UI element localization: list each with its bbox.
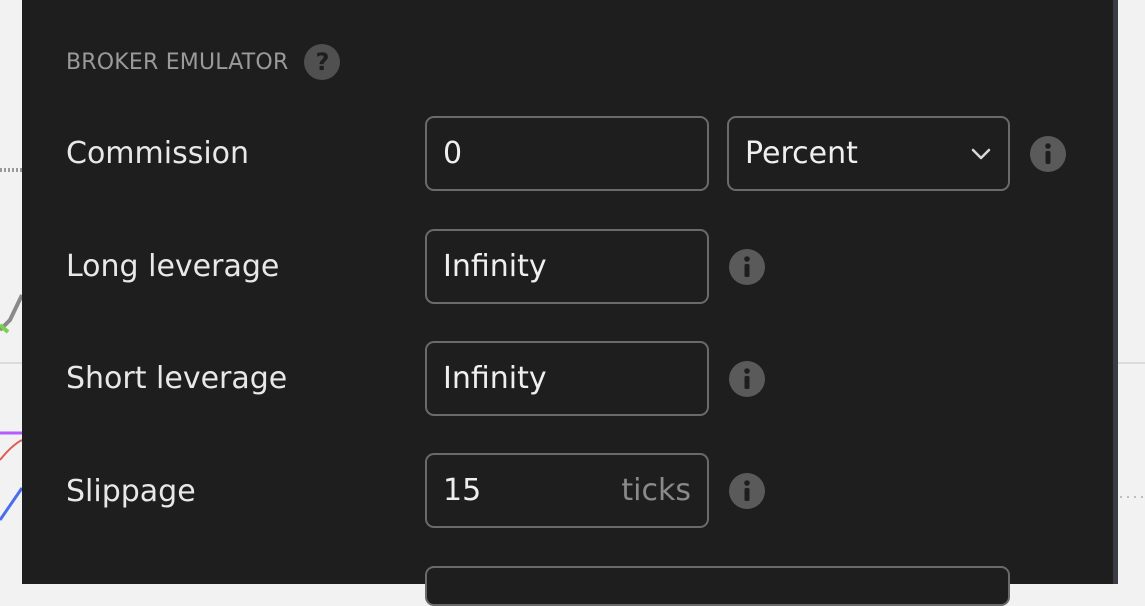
chart-blue-line (0, 487, 24, 521)
long-leverage-info-icon[interactable] (729, 249, 765, 285)
chart-red-curve (0, 439, 23, 461)
long-leverage-input[interactable]: Infinity (425, 229, 709, 304)
slippage-unit: ticks (621, 473, 691, 508)
slippage-info-icon[interactable] (729, 473, 765, 509)
short-leverage-input[interactable]: Infinity (425, 341, 709, 416)
dialog-scrollbar-edge[interactable] (1113, 0, 1118, 584)
question-circle-icon[interactable]: ? (304, 44, 341, 80)
commission-info-icon[interactable] (1030, 136, 1066, 172)
commission-input[interactable]: 0 (425, 116, 709, 191)
commission-value: 0 (443, 136, 463, 171)
long-leverage-label: Long leverage (66, 249, 280, 284)
section-title: BROKER EMULATOR (66, 49, 289, 75)
slippage-input[interactable]: 15 ticks (425, 453, 709, 528)
commission-label: Commission (66, 136, 250, 171)
commission-type-select[interactable]: Percent (727, 116, 1010, 191)
short-leverage-info-icon[interactable] (729, 361, 765, 397)
long-leverage-value: Infinity (443, 249, 547, 284)
commission-type-value: Percent (745, 136, 858, 171)
broker-emulator-header: BROKER EMULATOR ? (66, 44, 341, 80)
next-field-partial[interactable] (425, 566, 1010, 606)
short-leverage-value: Infinity (443, 361, 547, 396)
chevron-down-icon (971, 148, 991, 159)
chart-gray-line (0, 294, 24, 332)
slippage-value: 15 (443, 473, 482, 508)
slippage-label: Slippage (66, 474, 196, 509)
short-leverage-label: Short leverage (66, 361, 288, 396)
strategy-properties-dialog: BROKER EMULATOR ? Commission 0 Percent L… (22, 0, 1113, 606)
